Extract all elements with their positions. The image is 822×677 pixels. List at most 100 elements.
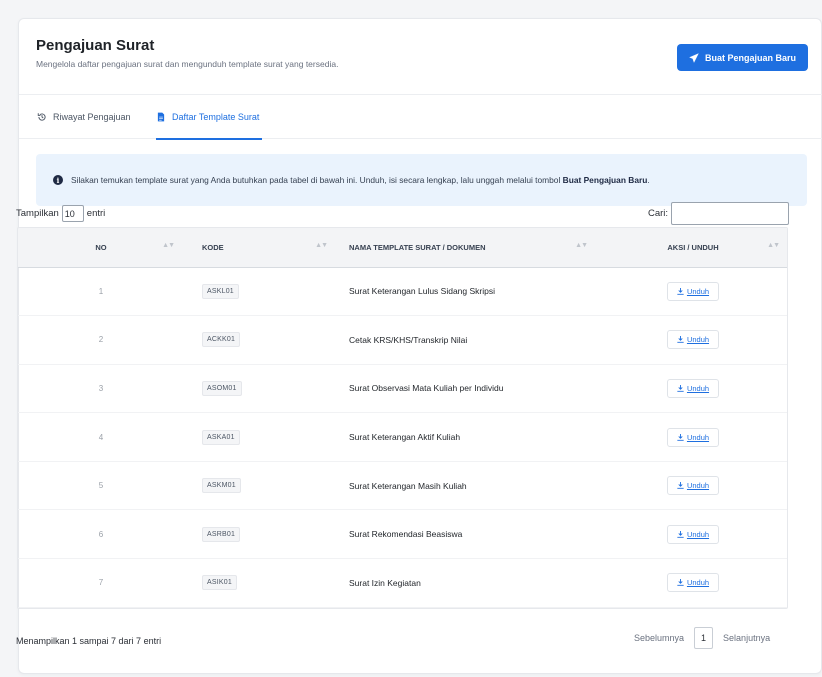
cell-nama: Surat Keterangan Aktif Kuliah [337,412,597,462]
code-badge: ASKA01 [202,429,240,445]
code-badge: ASIK01 [202,575,237,591]
info-alert: i Silakan temukan template surat yang An… [36,154,807,206]
cell-aksi: Unduh [597,412,787,462]
download-label: Unduh [686,432,710,442]
show-label: Tampilkan [16,208,59,219]
download-label: Unduh [686,578,710,588]
alert-message: Silakan temukan template surat yang Anda… [71,175,563,185]
download-button[interactable]: Unduh [666,330,720,350]
download-label: Unduh [686,335,710,345]
page-length-control: Tampilkan 10 entri [16,205,105,222]
cell-kode: ASOM01 [184,364,337,414]
page-length-value: 10 [64,208,75,219]
download-button[interactable]: Unduh [666,476,720,496]
cell-kode: ACKK01 [184,315,337,365]
column-header-nama[interactable]: NAMA TEMPLATE SURAT / DOKUMEN ▲▼ [337,228,597,268]
new-request-button[interactable]: Buat Pengajuan Baru [677,44,808,71]
send-icon [689,52,699,63]
download-icon [677,336,684,344]
table-info: Menampilkan 1 sampai 7 dari 7 entri [16,636,162,646]
cell-aksi: Unduh [597,509,787,560]
download-button[interactable]: Unduh [666,524,720,544]
column-header-no[interactable]: NO ▲▼ [18,228,184,268]
search-control: Cari: [648,202,790,225]
download-label: Unduh [686,529,710,539]
table-row: 2 ACKK01 Cetak KRS/KHS/Transkrip Nilai U… [18,315,787,365]
cell-kode: ASKA01 [184,412,337,462]
sort-icon: ▲▼ [162,242,175,249]
page-subtitle: Mengelola daftar pengajuan surat dan men… [36,59,339,69]
cell-no: 1 [18,267,184,317]
column-header-label: NO [95,242,107,252]
column-header-kode[interactable]: KODE ▲▼ [184,228,337,268]
cell-no: 2 [18,315,184,365]
code-badge: ACKK01 [202,332,241,348]
table-row: 3 ASOM01 Surat Observasi Mata Kuliah per… [18,364,787,414]
cell-no: 3 [18,364,184,414]
column-header-label: AKSI / UNDUH [667,242,719,252]
code-badge: ASKL01 [202,283,239,299]
column-header-label: KODE [202,242,224,252]
tab-label: Daftar Template Surat [172,112,260,122]
page-button-1[interactable]: 1 [694,627,714,649]
sort-icon: ▲▼ [767,242,780,249]
cell-no: 6 [18,509,184,560]
page-title: Pengajuan Surat [36,37,155,54]
code-badge: ASRB01 [202,526,241,542]
cell-nama: Surat Rekomendasi Beasiswa [337,509,597,560]
cell-aksi: Unduh [597,267,787,317]
download-icon [677,579,684,587]
sort-icon: ▲▼ [315,242,328,249]
cell-nama: Surat Observasi Mata Kuliah per Individu [337,364,597,414]
code-badge: ASOM01 [202,380,242,396]
cell-nama: Surat Keterangan Lulus Sidang Skripsi [337,267,597,317]
search-label: Cari: [648,208,669,219]
next-page-button[interactable]: Selanjutnya [723,633,770,643]
download-icon [677,287,684,295]
cell-kode: ASKL01 [184,267,337,317]
template-table: NO ▲▼ KODE ▲▼ NAMA TEMPLATE SURAT / DOKUME… [17,227,788,609]
table-row: 4 ASKA01 Surat Keterangan Aktif Kuliah U… [18,412,787,462]
cell-nama: Cetak KRS/KHS/Transkrip Nilai [337,315,597,365]
tab-bar: Riwayat Pengajuan Daftar Template Surat [19,95,822,140]
cell-no: 7 [18,558,184,608]
page-length-select[interactable]: 10 [61,205,84,222]
download-button[interactable]: Unduh [666,281,720,301]
cell-no: 5 [18,461,184,511]
alert-highlight: Buat Pengajuan Baru [562,175,648,185]
history-icon [37,113,46,121]
tab-label: Riwayat Pengajuan [53,112,131,122]
tab-riwayat-pengajuan[interactable]: Riwayat Pengajuan [37,95,131,139]
entries-label: entri [86,208,106,219]
info-icon: i [53,175,63,185]
cell-aksi: Unduh [597,461,787,511]
download-icon [677,384,684,392]
download-label: Unduh [686,286,710,296]
column-header-label: NAMA TEMPLATE SURAT / DOKUMEN [349,242,486,252]
search-input[interactable] [671,202,790,225]
cell-nama: Surat Keterangan Masih Kuliah [337,461,597,511]
download-icon [677,433,684,441]
cell-nama: Surat Izin Kegiatan [337,558,597,608]
cell-kode: ASRB01 [184,509,337,560]
pagination: Sebelumnya 1 Selanjutnya [634,627,770,649]
tab-daftar-template[interactable]: Daftar Template Surat [156,95,263,140]
download-button[interactable]: Unduh [666,378,720,398]
table-row: 5 ASKM01 Surat Keterangan Masih Kuliah U… [18,461,787,511]
cell-aksi: Unduh [597,315,787,365]
download-button[interactable]: Unduh [666,573,720,593]
download-label: Unduh [686,481,710,491]
table-row: 1 ASKL01 Surat Keterangan Lulus Sidang S… [18,267,787,317]
download-button[interactable]: Unduh [666,427,720,447]
sort-icon: ▲▼ [575,242,588,249]
new-request-label: Buat Pengajuan Baru [704,52,796,63]
alert-text: Silakan temukan template surat yang Anda… [71,175,650,185]
previous-page-button[interactable]: Sebelumnya [634,633,684,643]
code-badge: ASKM01 [202,478,241,494]
card-header: Pengajuan Surat Mengelola daftar pengaju… [19,19,822,95]
cell-kode: ASKM01 [184,461,337,511]
table-header-row: NO ▲▼ KODE ▲▼ NAMA TEMPLATE SURAT / DOKUME… [18,228,787,268]
column-header-aksi[interactable]: AKSI / UNDUH ▲▼ [597,228,787,268]
table-row: 7 ASIK01 Surat Izin Kegiatan Unduh [18,558,787,608]
alert-suffix: . [647,175,650,185]
